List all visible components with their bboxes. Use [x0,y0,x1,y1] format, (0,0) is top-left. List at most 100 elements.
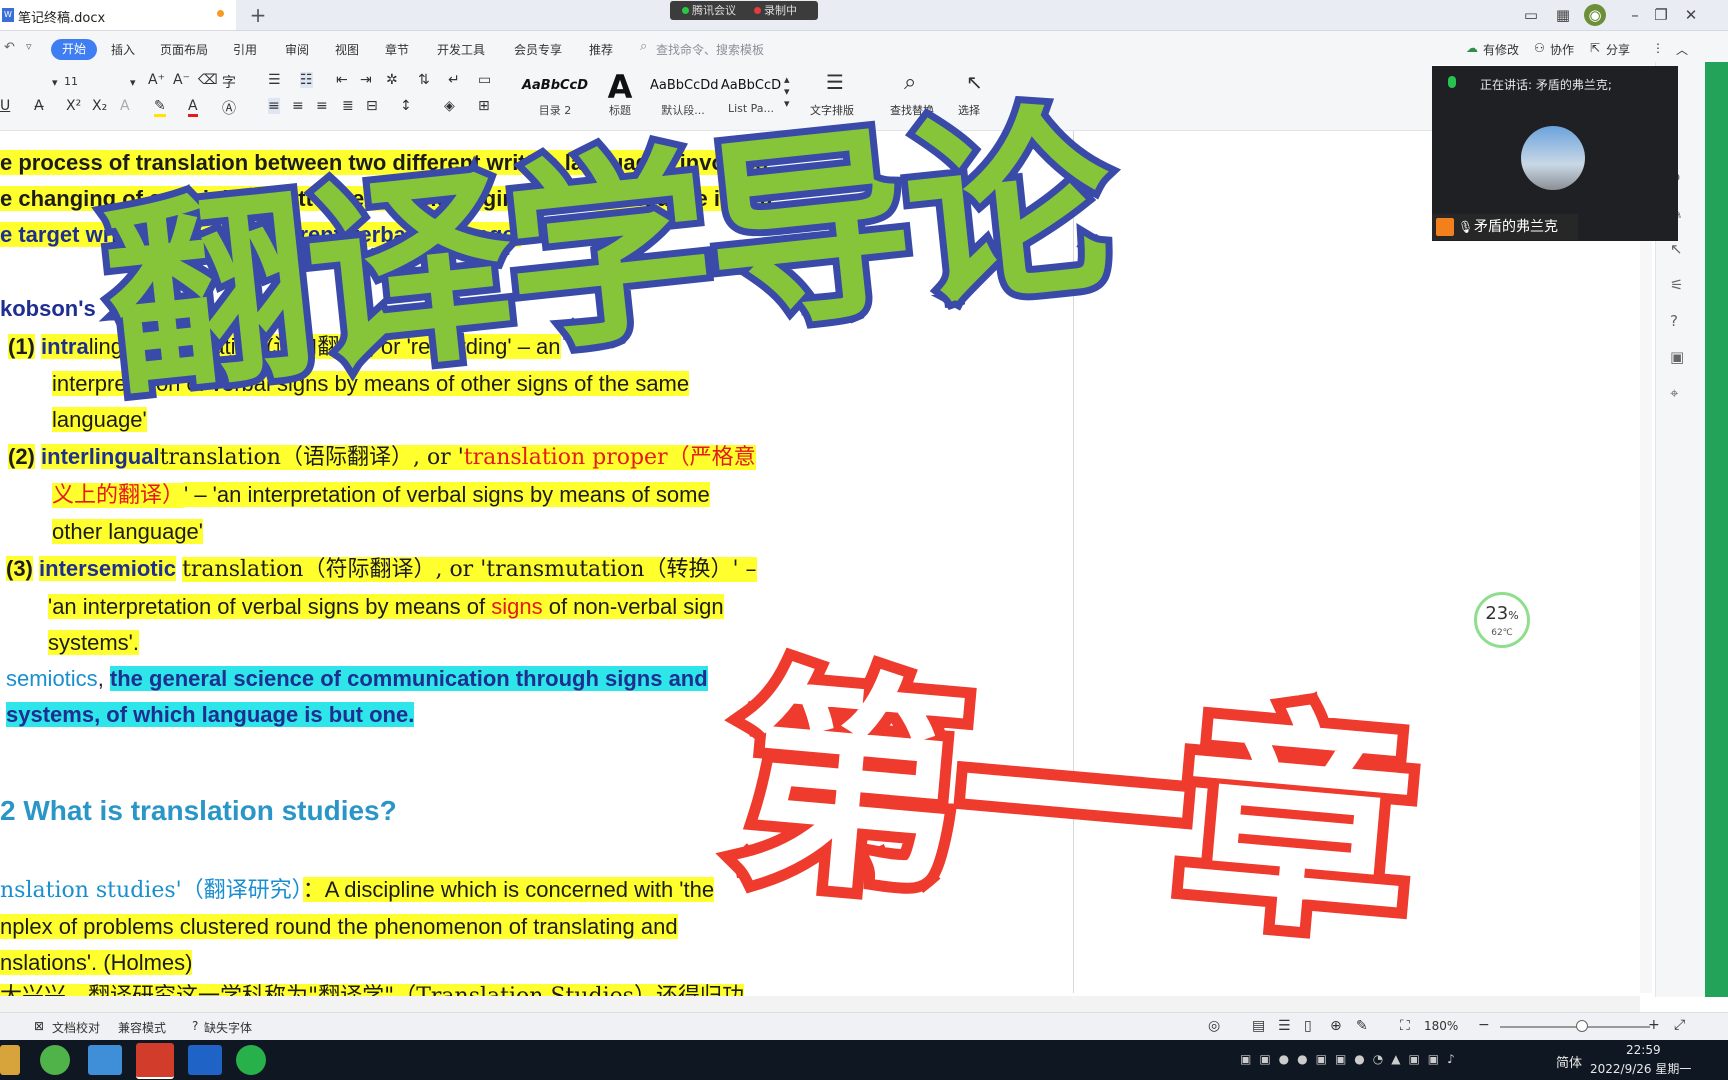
align-left-icon[interactable]: ≡ [268,98,280,114]
missing-font-button[interactable]: 缺失字体 [204,1019,252,1036]
tab-page-layout[interactable]: 页面布局 [160,41,208,58]
page-view-icon[interactable]: ▤ [1252,1018,1265,1034]
browser-icon[interactable] [40,1045,70,1075]
apps-grid-icon[interactable]: ▦ [1552,4,1574,26]
align-center-icon[interactable]: ≡ [292,98,304,114]
sort-icon[interactable]: ⇅ [418,72,430,88]
outline-view-icon[interactable]: ☰ [1278,1018,1291,1034]
zoom-in-icon[interactable]: + [1648,1017,1660,1033]
modified-status[interactable]: 有修改 [1483,41,1519,58]
tab-references[interactable]: 引用 [233,41,257,58]
shrink-font-icon[interactable]: A⁻ [173,72,190,88]
minimize-icon[interactable]: – [1624,4,1646,26]
zoom-out-icon[interactable]: − [1478,1017,1490,1033]
horizontal-scrollbar[interactable] [0,996,1640,1012]
superscript-icon[interactable]: X² [66,98,81,114]
adjust-icon[interactable]: ⚟ [1670,276,1683,294]
command-search-input[interactable]: 查找命令、搜索模板 [656,41,764,58]
doc-line: 'an interpretation of verbal signs by me… [48,594,724,619]
ruler-icon[interactable]: ▭ [478,72,491,88]
cloud-sync-icon: ☁ [1466,41,1478,55]
mic-small-icon: 🎙 [1458,220,1474,234]
align-right-icon[interactable]: ≡ [316,98,328,114]
ime-indicator[interactable]: 简体 [1556,1052,1582,1071]
tab-recommend[interactable]: 推荐 [589,41,613,58]
bird-app-icon[interactable] [88,1045,122,1075]
quick-access-dropdown-icon[interactable]: ▿ [26,40,32,53]
vertical-scrollbar[interactable] [1640,131,1652,993]
char-border-icon[interactable]: Ⓐ [222,98,236,118]
write-view-icon[interactable]: ✎ [1356,1018,1368,1034]
doc-line: 义上的翻译）' – 'an interpretation of verbal s… [52,482,710,508]
font-color-icon[interactable]: A [188,98,198,117]
tray-icons[interactable]: ▣▣●●▣▣●◔▲▣▣♪ [1240,1052,1463,1066]
share-icon: ⇱ [1590,41,1601,55]
meeting-recording-bar[interactable]: 腾讯会议 录制中 [670,1,818,20]
file-explorer-icon[interactable] [0,1045,20,1075]
document-tab-title: 笔记终稿.docx [18,11,106,26]
restore-icon[interactable]: ❐ [1650,4,1672,26]
highlight-color-icon[interactable]: ✎ [154,98,166,117]
font-size-dropdown-icon[interactable]: ▾ [52,76,58,89]
layout-icon[interactable]: ▭ [1520,4,1542,26]
tab-home[interactable]: 开始 [51,39,97,60]
tab-insert[interactable]: 插入 [111,41,135,58]
zoom-slider[interactable] [1500,1026,1650,1028]
collapse-ribbon-icon[interactable]: ︿ [1676,41,1688,58]
clock-date[interactable]: 2022/9/26 星期一 [1590,1060,1691,1077]
bullet-list-icon[interactable]: ☰ [268,72,281,88]
doc-check-button[interactable]: 文档校对 [52,1019,100,1036]
search-icon: ⌕ [640,39,648,54]
speaking-label: 正在讲话: 矛盾的弗兰克; [1480,78,1612,92]
subscript-icon[interactable]: X₂ [92,98,107,114]
image-icon[interactable]: ▣ [1670,348,1684,366]
decrease-indent-icon[interactable]: ⇤ [336,72,348,88]
show-marks-icon[interactable]: ↵ [448,72,460,88]
numbered-list-icon[interactable]: ☷ [300,72,313,88]
web-view-icon[interactable]: ⊕ [1330,1018,1342,1034]
help-icon[interactable]: ? [1670,312,1678,330]
collab-icon: ⚇ [1534,41,1545,55]
text-effect-icon[interactable]: A [120,98,130,114]
chinese-layout-icon[interactable]: ✲ [386,72,398,88]
recording-label: 录制中 [764,4,797,17]
tab-developer[interactable]: 开发工具 [437,41,485,58]
meeting-video-window[interactable]: 正在讲话: 矛盾的弗兰克; 🎙 矛盾的弗兰克 [1432,66,1678,241]
performance-widget[interactable]: 23% 62℃ [1474,592,1530,648]
share-button[interactable]: 分享 [1606,41,1630,58]
section-heading: 2 What is translation studies? [0,795,397,826]
tab-chapter[interactable]: 章节 [385,41,409,58]
zoom-level[interactable]: 180% [1424,1019,1458,1033]
grow-font-icon[interactable]: A⁺ [148,72,165,88]
new-tab-button[interactable]: + [246,2,270,28]
mic-icon [1448,76,1456,88]
wps-app-icon[interactable] [136,1043,174,1079]
clear-format-icon[interactable]: ⌫ [198,72,218,88]
user-avatar[interactable]: ◉ [1584,4,1606,26]
eye-protect-icon[interactable]: ◎ [1208,1018,1220,1034]
wechat-icon[interactable] [236,1045,266,1075]
fit-page-icon[interactable]: ⛶ [1400,1018,1410,1034]
clock-time[interactable]: 22:59 [1626,1043,1661,1057]
tab-review[interactable]: 审阅 [285,41,309,58]
document-tab[interactable]: W 笔记终稿.docx [0,0,236,30]
phonetic-guide-icon[interactable]: 字 [222,72,236,92]
more-menu-icon[interactable]: ⋮ [1652,41,1664,55]
tab-member[interactable]: 会员专享 [514,41,562,58]
font-size-chevron-icon[interactable]: ▾ [130,76,136,89]
fullscreen-icon[interactable]: ⤢ [1674,1017,1685,1033]
increase-indent-icon[interactable]: ⇥ [360,72,372,88]
pointer-icon[interactable]: ↖ [1670,240,1683,258]
tab-view[interactable]: 视图 [335,41,359,58]
location-icon[interactable]: ⌖ [1670,384,1678,402]
close-icon[interactable]: ✕ [1680,4,1702,26]
zoom-slider-handle[interactable] [1576,1020,1588,1032]
collab-button[interactable]: 协作 [1550,41,1574,58]
underline-icon[interactable]: U [0,98,10,114]
strikethrough-icon[interactable]: A̶ [34,98,44,114]
reading-view-icon[interactable]: ▯ [1304,1018,1312,1034]
doc-line: kobson's [0,296,96,321]
undo-icon[interactable]: ↶ [4,40,15,55]
meeting-app-icon[interactable] [188,1045,222,1075]
font-size-field[interactable]: 11 [64,75,78,88]
